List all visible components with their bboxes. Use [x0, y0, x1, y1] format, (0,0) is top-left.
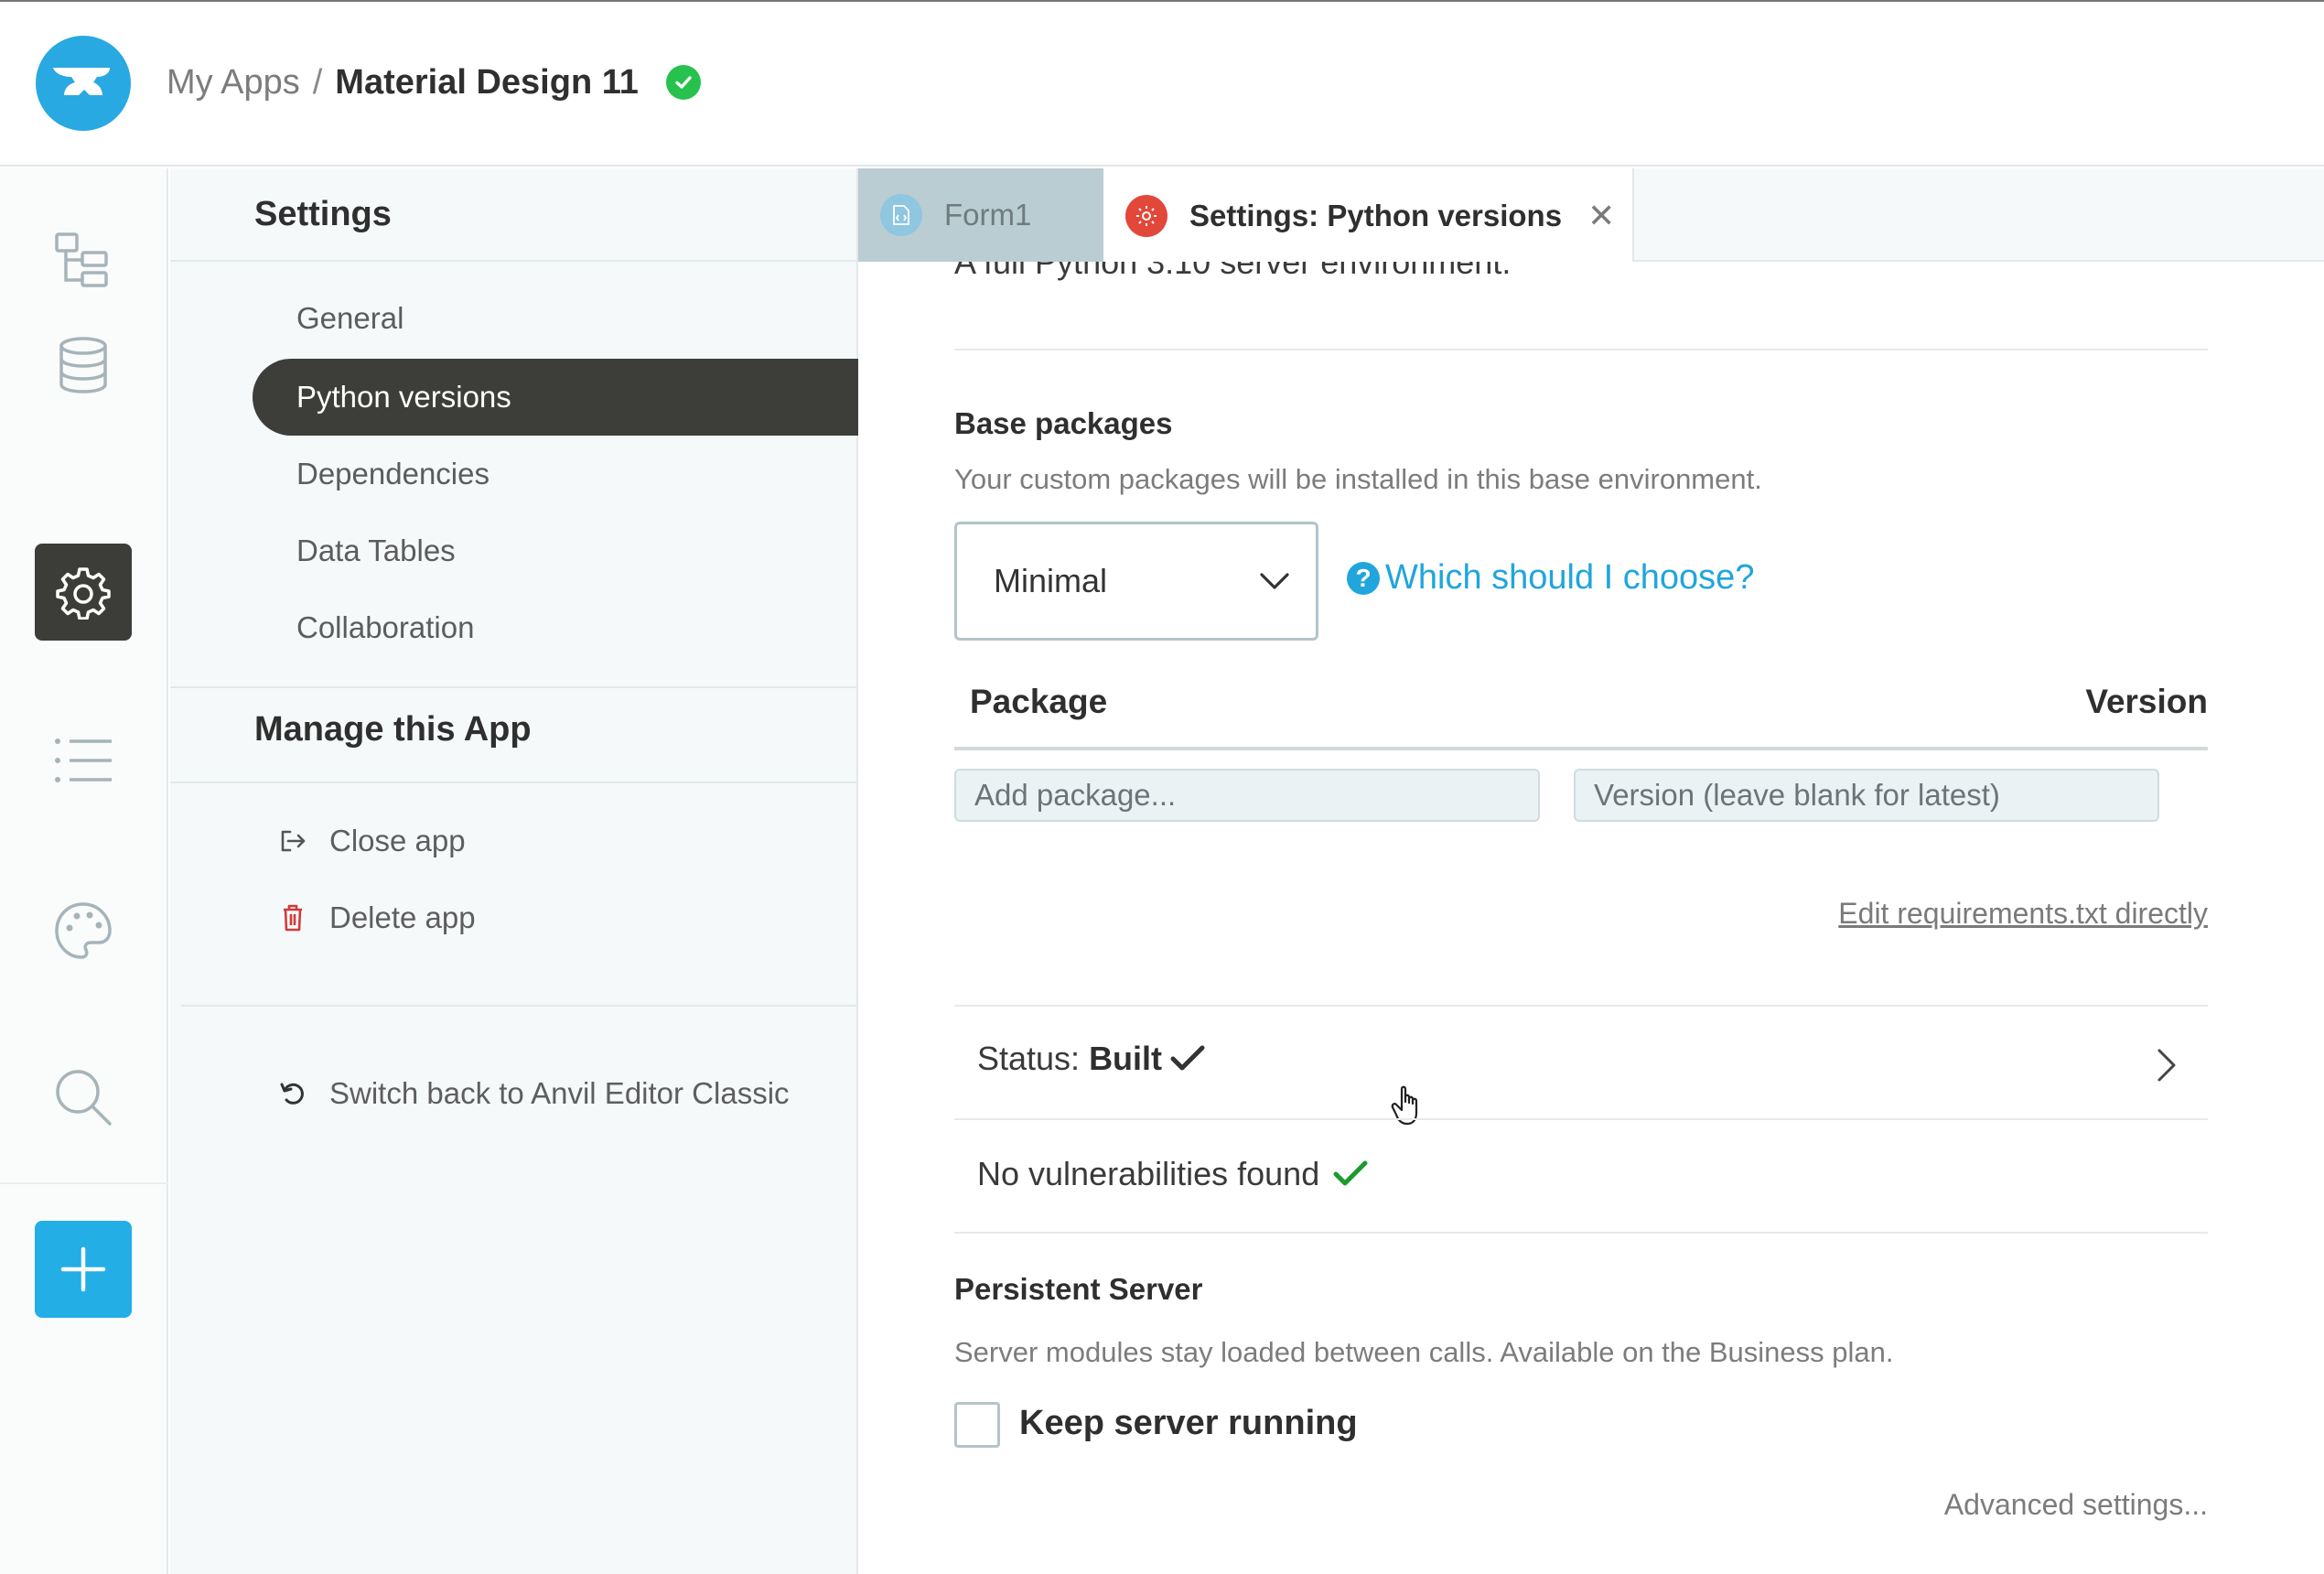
base-packages-value: Minimal — [994, 562, 1108, 599]
col-package-header: Package — [970, 683, 1108, 720]
tab-settings-python-versions[interactable]: Settings: Python versions ✕ — [1103, 168, 1634, 264]
section-divider — [954, 349, 2208, 350]
tab-form1-label: Form1 — [944, 198, 1032, 232]
check-icon — [1170, 1045, 1205, 1071]
breadcrumb: My Apps / Material Design 11 — [167, 59, 701, 106]
section-divider — [954, 1118, 2208, 1120]
add-package-input[interactable]: Add package... — [954, 769, 1540, 822]
sidebar-item-data-tables[interactable]: Data Tables — [253, 512, 858, 589]
sidebar-divider — [170, 782, 858, 783]
breadcrumb-my-apps[interactable]: My Apps — [167, 63, 300, 102]
icon-rail — [0, 168, 168, 1574]
gear-icon[interactable] — [35, 544, 132, 641]
base-packages-title: Base packages — [954, 406, 1173, 440]
breadcrumb-app-name[interactable]: Material Design 11 — [335, 63, 639, 102]
chevron-right-icon[interactable] — [2156, 1047, 2179, 1083]
delete-app-label: Delete app — [329, 900, 476, 934]
search-icon[interactable] — [35, 1049, 132, 1146]
plus-icon — [60, 1246, 106, 1292]
close-app-button[interactable]: Close app — [274, 818, 466, 864]
section-divider — [954, 1005, 2208, 1007]
persistent-server-title: Persistent Server — [954, 1272, 1203, 1306]
vulnerabilities-row: No vulnerabilities found — [977, 1155, 1369, 1193]
delete-app-button[interactable]: Delete app — [274, 895, 476, 941]
database-icon[interactable] — [35, 317, 132, 414]
check-circle-icon — [665, 65, 701, 100]
hand-cursor-icon — [1391, 1085, 1418, 1126]
breadcrumb-separator: / — [312, 62, 323, 102]
exit-icon — [274, 829, 311, 853]
base-packages-description: Your custom packages will be installed i… — [954, 463, 1762, 495]
vulnerabilities-text: No vulnerabilities found — [977, 1155, 1320, 1192]
undo-icon — [274, 1080, 311, 1107]
table-header-rule — [954, 747, 2208, 750]
which-choose-link[interactable]: ? Which should I choose? — [1347, 558, 1754, 598]
keep-server-running-label[interactable]: Keep server running — [1019, 1404, 1358, 1443]
top-bar: My Apps / Material Design 11 — [0, 0, 2324, 167]
edit-requirements-link[interactable]: Edit requirements.txt directly — [1838, 897, 2208, 931]
settings-icon — [1125, 195, 1167, 237]
sidebar-item-python-versions[interactable]: Python versions — [253, 359, 858, 436]
trash-icon — [274, 904, 311, 932]
close-tab-icon[interactable]: ✕ — [1587, 197, 1615, 235]
settings-sidebar: Settings General Python versions Depende… — [170, 168, 858, 1574]
version-input[interactable]: Version (leave blank for latest) — [1574, 769, 2159, 822]
col-version-header: Version — [2085, 683, 2208, 720]
rail-divider — [0, 1182, 168, 1184]
close-app-label: Close app — [329, 824, 466, 857]
status-row[interactable]: Status: Built — [977, 1040, 1206, 1078]
which-choose-label: Which should I choose? — [1385, 558, 1755, 597]
manage-app-title: Manage this App — [254, 710, 532, 749]
sidebar-divider — [170, 686, 858, 688]
sidebar-divider — [181, 1005, 858, 1007]
status-label: Status: — [977, 1040, 1081, 1077]
question-icon: ? — [1347, 561, 1380, 595]
switch-classic-label: Switch back to Anvil Editor Classic — [329, 1076, 790, 1110]
section-divider — [954, 1232, 2208, 1234]
check-icon — [1333, 1160, 1368, 1186]
python-versions-panel: A full Python 3.10 server environment. B… — [860, 262, 2324, 1574]
tab-settings-label: Settings: Python versions — [1189, 199, 1563, 232]
tab-bar: Form1 Settings: Python versions ✕ — [858, 168, 2324, 264]
add-button[interactable] — [35, 1221, 132, 1318]
base-packages-select[interactable]: Minimal — [954, 522, 1318, 641]
tab-form1[interactable]: Form1 — [858, 168, 1103, 262]
advanced-settings-link[interactable]: Advanced settings... — [1944, 1488, 2208, 1522]
status-value: Built — [1089, 1040, 1163, 1077]
app-tree-icon[interactable] — [35, 212, 132, 309]
keep-server-running-checkbox[interactable] — [954, 1402, 1000, 1448]
palette-icon[interactable] — [35, 882, 132, 979]
environment-description: A full Python 3.10 server environment. — [954, 262, 1512, 281]
sidebar-item-collaboration[interactable]: Collaboration — [253, 589, 858, 666]
sidebar-item-general[interactable]: General — [253, 280, 858, 357]
persistent-server-description: Server modules stay loaded between calls… — [954, 1336, 1894, 1368]
form-icon — [880, 194, 922, 236]
sidebar-item-dependencies[interactable]: Dependencies — [253, 436, 858, 512]
anvil-logo-icon[interactable] — [36, 36, 131, 131]
switch-classic-button[interactable]: Switch back to Anvil Editor Classic — [274, 1071, 790, 1116]
settings-title: Settings — [170, 168, 856, 262]
chevron-down-icon — [1260, 573, 1289, 589]
list-icon[interactable] — [35, 712, 132, 809]
